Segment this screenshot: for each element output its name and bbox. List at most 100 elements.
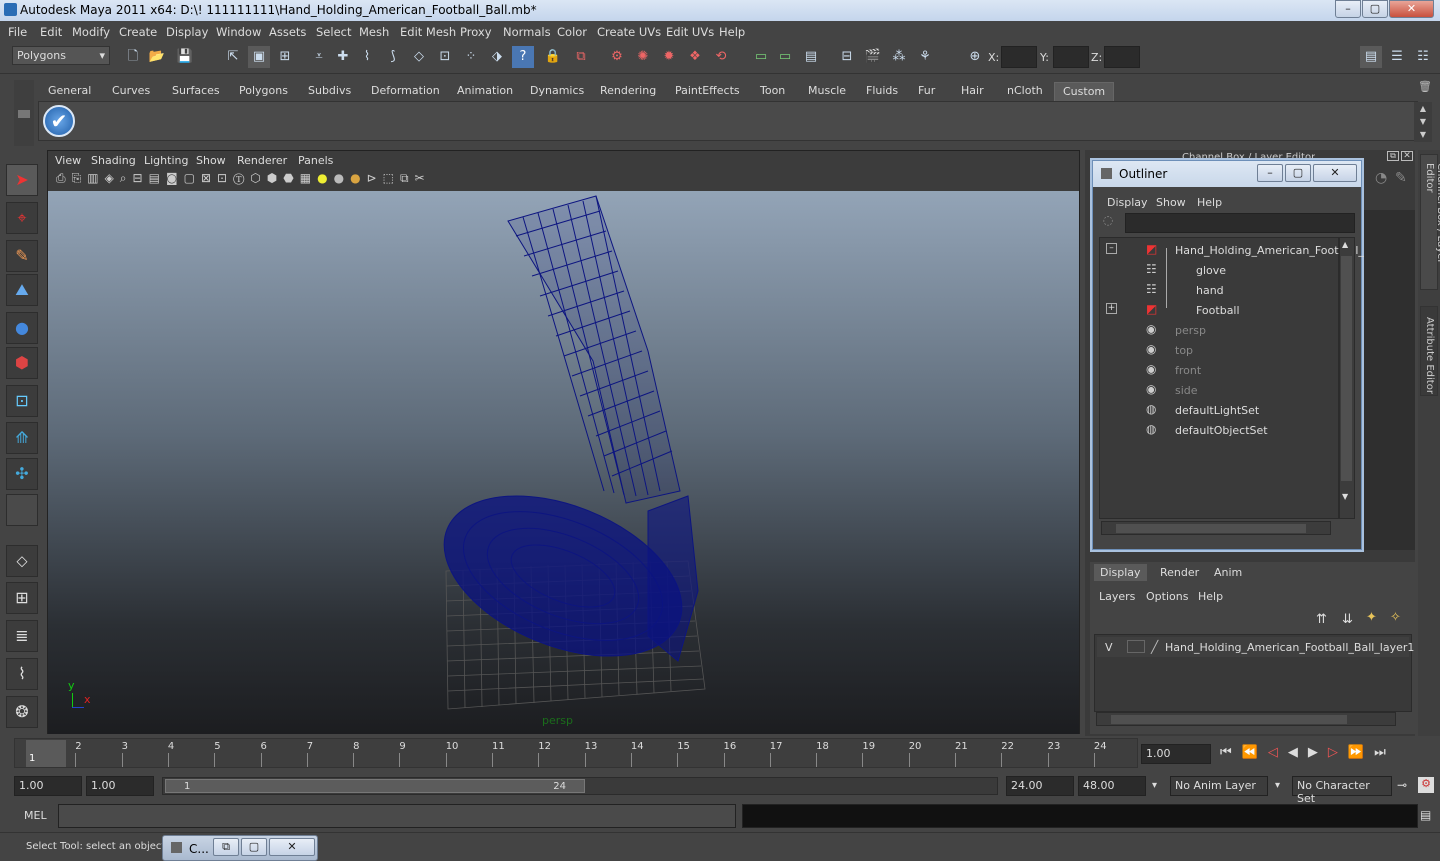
menu-modify[interactable]: Modify [72,25,110,39]
outliner-item[interactable]: defaultLightSet [1175,404,1259,417]
render-settings-icon[interactable]: ❖ [684,46,706,68]
xray-joints-icon[interactable]: ⧉ [400,171,415,185]
close-window-button[interactable]: ✕ [269,838,315,856]
last-tool-icon[interactable] [6,494,38,526]
wireframe-on-shaded-icon[interactable]: ⬣ [283,171,299,185]
viewport-panel[interactable]: View Shading Lighting Show Renderer Panels ⎙⎘… [47,150,1080,734]
outliner-item[interactable]: persp [1175,324,1206,337]
hypergraph-pane-icon[interactable]: ❂ [6,696,38,728]
time-slider[interactable]: 123456789101112131415161718192021222324 … [0,736,1440,770]
expand-icon[interactable]: + [1106,303,1117,314]
layer-move-down-icon[interactable]: ⇊ [1342,612,1353,627]
layer-menu-options[interactable]: Options [1146,590,1188,603]
two-d-pan-icon[interactable]: ⌕ [120,171,133,185]
step-forward-key-icon[interactable]: ⏩ [1348,745,1374,760]
shelf-tab-surfaces[interactable]: Surfaces [172,82,220,101]
shelf-tab-painteffects[interactable]: PaintEffects [675,82,740,101]
paint-select-icon[interactable]: ✎ [6,240,38,272]
menu-proxy[interactable]: Proxy [460,25,492,39]
menu-display[interactable]: Display [166,25,208,39]
smooth-shade-icon[interactable]: ⬢ [267,171,283,185]
menu-select[interactable]: Select [316,25,351,39]
anim-layer-dropdown[interactable]: No Anim Layer [1170,776,1268,796]
pie-icon[interactable]: ◔ [1375,170,1387,186]
mel-label[interactable]: MEL [24,809,47,822]
menu-edit-uvs[interactable]: Edit UVs [666,25,714,39]
menu-window[interactable]: Window [216,25,261,39]
x-field[interactable] [1001,46,1037,68]
new-layer-selected-icon[interactable]: ✧ [1390,610,1401,625]
layer-tab-render[interactable]: Render [1160,566,1199,579]
time-ruler[interactable]: 123456789101112131415161718192021222324 … [14,738,1138,768]
outliner-pane-icon[interactable]: ≣ [6,620,38,652]
select-object-icon[interactable]: ▣ [248,46,270,68]
snap-point-icon[interactable]: ⟆ [382,46,404,68]
outliner-item[interactable]: defaultObjectSet [1175,424,1268,437]
close-button[interactable]: ✕ [1389,0,1434,18]
shadows-icon[interactable]: ● [350,171,366,185]
menu-edit-mesh[interactable]: Edit Mesh [400,25,456,39]
outliner-menu-show[interactable]: Show [1156,196,1186,209]
shelf-tab-deformation[interactable]: Deformation [371,82,440,101]
wireframe-icon[interactable]: ⬡ [250,171,266,185]
resolution-gate-icon[interactable]: ◙ [166,171,184,185]
viewport-menu-lighting[interactable]: Lighting [144,154,188,167]
step-forward-icon[interactable]: ▷ [1328,745,1348,760]
hscroll-thumb[interactable] [1116,524,1306,533]
end-time-field[interactable]: 48.00 [1078,776,1146,796]
layer-move-up-icon[interactable]: ⇈ [1316,612,1327,627]
outliner-vscroll[interactable]: ▲ ▼ [1339,237,1355,519]
shelf-tab-hair[interactable]: Hair [961,82,984,101]
viewport-menu-shading[interactable]: Shading [91,154,136,167]
layer-tab-anim[interactable]: Anim [1214,566,1242,579]
viewport-menu-renderer[interactable]: Renderer [237,154,287,167]
trash-icon[interactable]: 🗑 [1418,80,1434,96]
shelf-tab-custom[interactable]: Custom [1054,82,1115,101]
snap-curve-icon[interactable]: ⌇ [356,46,378,68]
shelf-scroll[interactable]: ▲ ▼ ▼ [1414,102,1432,142]
playback-start-field[interactable]: 1.00 [86,776,154,796]
layer-menu-layers[interactable]: Layers [1099,590,1135,603]
viewport-menu-view[interactable]: View [55,154,81,167]
scroll-up-icon[interactable]: ▲ [1342,240,1348,249]
help-icon[interactable]: ? [512,46,534,68]
outliner-item[interactable]: hand [1196,284,1224,297]
image-plane-icon[interactable]: ◈ [105,171,120,185]
new-scene-icon[interactable]: 🗋 [122,46,144,68]
current-time-field[interactable]: 1.00 [1141,744,1211,764]
layer-hscroll-thumb[interactable] [1111,715,1347,724]
new-layer-icon[interactable]: ✦ [1366,610,1377,625]
outliner-window[interactable]: Outliner – ▢ ✕ Display Show Help ◌ – + ◩ Ha… [1092,160,1364,550]
go-end-icon[interactable]: ⏭ [1374,745,1396,760]
open-scene-icon[interactable]: 📂 [146,46,168,68]
layer-hscroll[interactable] [1096,712,1396,726]
camera-attr-icon[interactable]: ⎘ [72,171,88,185]
filter-icon[interactable]: ⩡ [308,46,330,68]
show-attribute-editor-icon[interactable]: ▤ [1360,46,1382,68]
shelf-tab-dynamics[interactable]: Dynamics [530,82,584,101]
show-manip-icon[interactable]: ✣ [6,458,38,490]
minimize-button[interactable]: – [1335,0,1361,18]
show-toolsettings-right-icon[interactable]: ☰ [1386,46,1408,68]
textured-icon[interactable]: ▦ [300,171,317,185]
viewport-menu-panels[interactable]: Panels [298,154,333,167]
y-field[interactable] [1053,46,1089,68]
menu-help[interactable]: Help [719,25,745,39]
script-editor-icon[interactable]: ▤ [1420,808,1436,824]
batch-render-icon[interactable]: ⁂ [888,46,910,68]
rotate-tool-icon[interactable]: ● [6,312,38,344]
character-set-dropdown[interactable]: No Character Set [1292,776,1392,805]
mel-input[interactable] [58,804,736,828]
restore-window-button[interactable]: ⧉ [213,838,239,856]
field-chart-icon[interactable]: ⊠ [201,171,217,185]
shelf-tab-polygons[interactable]: Polygons [239,82,288,101]
menu-file[interactable]: File [8,25,27,39]
shelf-tab-toon[interactable]: Toon [760,82,785,101]
render-settings2-icon[interactable]: ⚘ [914,46,936,68]
soft-mod-icon[interactable]: ⟰ [6,422,38,454]
outliner-item[interactable]: Hand_Holding_American_Football_ [1175,244,1364,257]
show-modeling-icon[interactable]: ▭ [750,46,772,68]
hypershade-icon[interactable]: ⟲ [710,46,732,68]
collapse-icon[interactable]: – [1106,243,1117,254]
outliner-minimize-button[interactable]: – [1257,164,1283,182]
